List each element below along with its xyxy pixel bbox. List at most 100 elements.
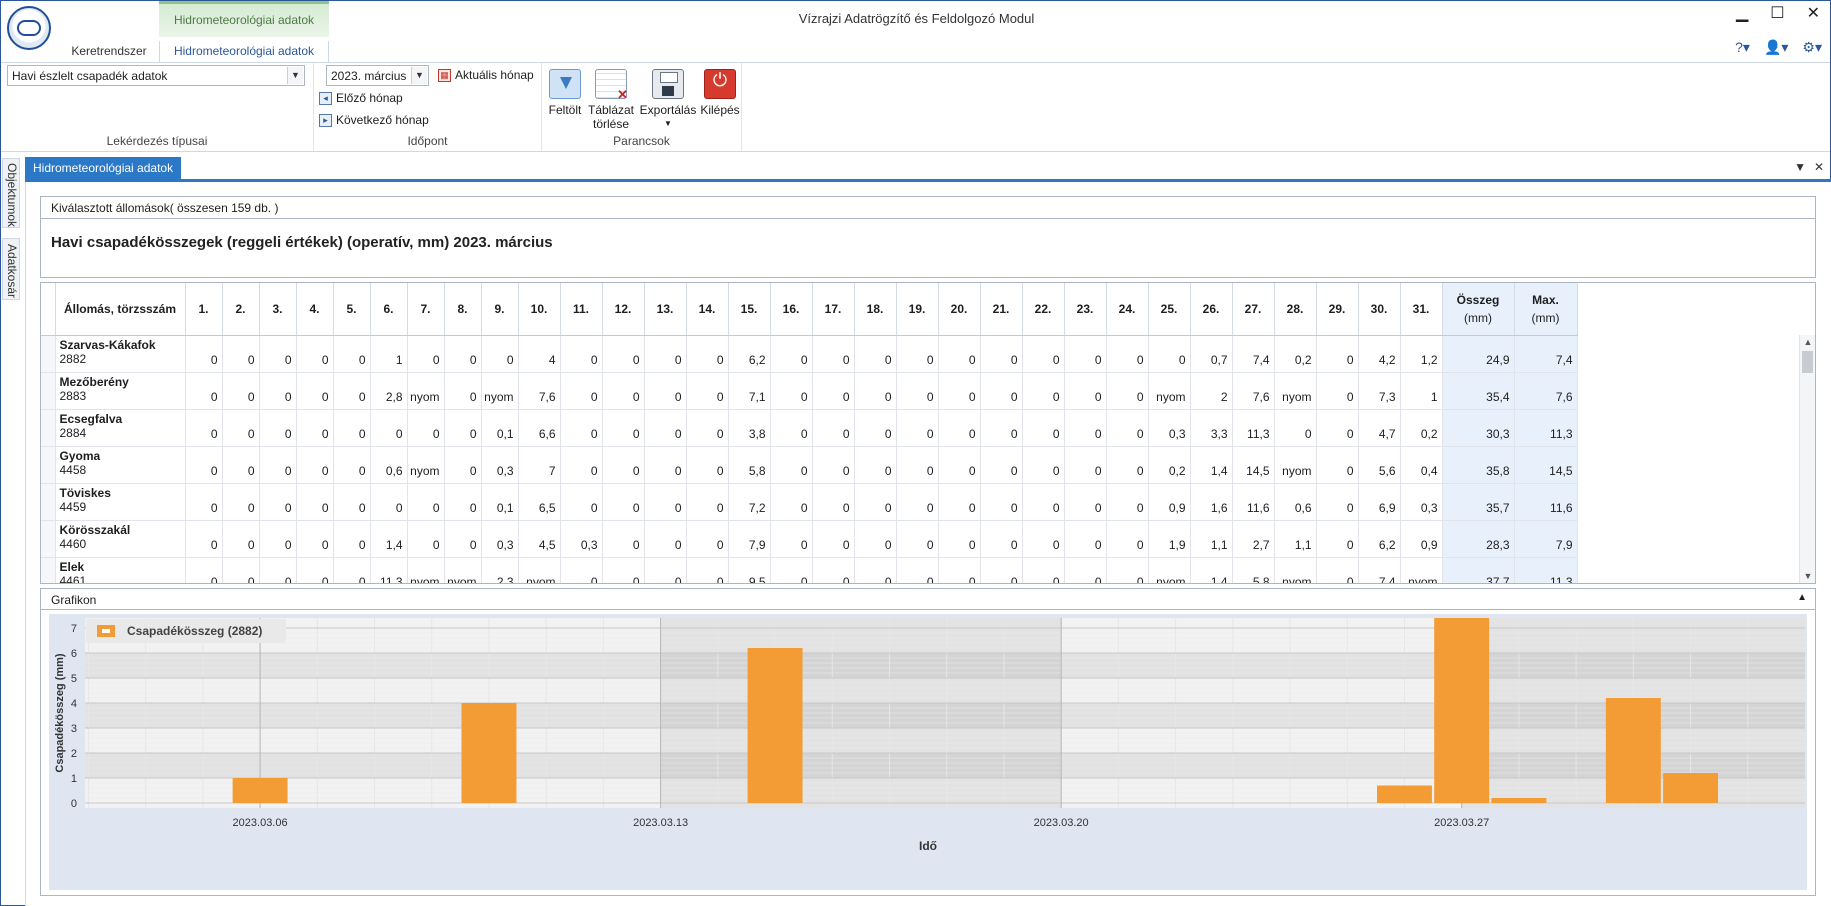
daily-value-cell[interactable]: 0 bbox=[185, 409, 223, 447]
daily-value-cell[interactable]: 0 bbox=[644, 483, 687, 521]
daily-value-cell[interactable]: 0 bbox=[770, 335, 813, 373]
daily-value-cell[interactable]: 1,4 bbox=[1190, 557, 1233, 583]
daily-value-cell[interactable]: 5,8 bbox=[728, 446, 771, 484]
side-tab-adatkosar[interactable]: Adatkosár bbox=[2, 238, 20, 300]
scroll-thumb[interactable] bbox=[1802, 351, 1813, 373]
daily-value-cell[interactable]: 0 bbox=[1148, 335, 1191, 373]
daily-value-cell[interactable]: 0 bbox=[407, 520, 445, 558]
daily-value-cell[interactable]: 0 bbox=[644, 372, 687, 410]
column-header-max[interactable]: Max. (mm) bbox=[1514, 283, 1578, 336]
daily-value-cell[interactable]: 0,6 bbox=[1274, 483, 1317, 521]
daily-value-cell[interactable]: 0 bbox=[407, 335, 445, 373]
daily-value-cell[interactable]: 0 bbox=[1106, 520, 1149, 558]
minimize-icon[interactable]: ▁ bbox=[1736, 3, 1748, 23]
daily-value-cell[interactable]: 0 bbox=[407, 483, 445, 521]
daily-value-cell[interactable]: nyom bbox=[481, 372, 519, 410]
daily-value-cell[interactable]: 0 bbox=[896, 409, 939, 447]
column-header-day[interactable]: 12. bbox=[602, 283, 645, 336]
daily-value-cell[interactable]: 0 bbox=[444, 446, 482, 484]
daily-value-cell[interactable]: 1,4 bbox=[1190, 446, 1233, 484]
column-header-day[interactable]: 13. bbox=[644, 283, 687, 336]
daily-value-cell[interactable]: 0 bbox=[854, 520, 897, 558]
daily-value-cell[interactable]: 0 bbox=[296, 483, 334, 521]
daily-value-cell[interactable]: 0 bbox=[1064, 483, 1107, 521]
daily-value-cell[interactable]: 0 bbox=[980, 446, 1023, 484]
daily-value-cell[interactable]: 1,1 bbox=[1190, 520, 1233, 558]
daily-value-cell[interactable]: 0 bbox=[602, 446, 645, 484]
daily-value-cell[interactable]: 0 bbox=[333, 446, 371, 484]
daily-value-cell[interactable]: 0 bbox=[896, 520, 939, 558]
daily-value-cell[interactable]: 1,1 bbox=[1274, 520, 1317, 558]
daily-value-cell[interactable]: 0,7 bbox=[1190, 335, 1233, 373]
daily-value-cell[interactable]: 0 bbox=[686, 409, 729, 447]
daily-value-cell[interactable]: 0 bbox=[812, 483, 855, 521]
daily-value-cell[interactable]: 0 bbox=[444, 483, 482, 521]
daily-value-cell[interactable]: 1 bbox=[370, 335, 408, 373]
column-header-day[interactable]: 8. bbox=[444, 283, 482, 336]
column-header-day[interactable]: 14. bbox=[686, 283, 729, 336]
daily-value-cell[interactable]: 0 bbox=[1316, 335, 1359, 373]
daily-value-cell[interactable]: 0 bbox=[686, 520, 729, 558]
table-row[interactable]: Szarvas-Kákafok 2882 0 0 0 0 0 1 0 0 0 4 0 0 0 0 6,2 0 0 0 0… bbox=[41, 335, 1578, 373]
daily-value-cell[interactable]: 0 bbox=[602, 335, 645, 373]
daily-value-cell[interactable]: 0 bbox=[980, 520, 1023, 558]
daily-value-cell[interactable]: 0 bbox=[644, 335, 687, 373]
daily-value-cell[interactable]: 0 bbox=[185, 335, 223, 373]
tab-menu-icon[interactable]: ▼ bbox=[1794, 160, 1806, 174]
daily-value-cell[interactable]: 0 bbox=[560, 446, 603, 484]
daily-value-cell[interactable]: 0 bbox=[812, 372, 855, 410]
daily-value-cell[interactable]: 0 bbox=[444, 335, 482, 373]
daily-value-cell[interactable]: 2 bbox=[1190, 372, 1233, 410]
daily-value-cell[interactable]: 0 bbox=[602, 409, 645, 447]
daily-value-cell[interactable]: 5,6 bbox=[1358, 446, 1401, 484]
daily-value-cell[interactable]: 0,3 bbox=[481, 520, 519, 558]
daily-value-cell[interactable]: nyom bbox=[1274, 372, 1317, 410]
daily-value-cell[interactable]: 0 bbox=[296, 520, 334, 558]
column-header-sum[interactable]: Összeg (mm) bbox=[1442, 283, 1515, 336]
exit-button[interactable]: Kilépés bbox=[698, 69, 742, 117]
daily-value-cell[interactable]: 2,8 bbox=[370, 372, 408, 410]
daily-value-cell[interactable]: 0 bbox=[370, 409, 408, 447]
daily-value-cell[interactable]: 4,7 bbox=[1358, 409, 1401, 447]
daily-value-cell[interactable]: 0,6 bbox=[370, 446, 408, 484]
column-header-day[interactable]: 25. bbox=[1148, 283, 1191, 336]
daily-value-cell[interactable]: 7,4 bbox=[1358, 557, 1401, 583]
export-button[interactable]: Exportálás ▼ bbox=[636, 69, 700, 131]
daily-value-cell[interactable]: 0 bbox=[222, 372, 260, 410]
column-header-day[interactable]: 21. bbox=[980, 283, 1023, 336]
daily-value-cell[interactable]: 0,2 bbox=[1274, 335, 1317, 373]
daily-value-cell[interactable]: nyom bbox=[1274, 446, 1317, 484]
daily-value-cell[interactable]: 0 bbox=[222, 483, 260, 521]
row-selector[interactable] bbox=[41, 520, 56, 558]
daily-value-cell[interactable]: 0,1 bbox=[481, 483, 519, 521]
daily-value-cell[interactable]: 0 bbox=[812, 409, 855, 447]
daily-value-cell[interactable]: 0 bbox=[686, 557, 729, 583]
daily-value-cell[interactable]: 0 bbox=[812, 446, 855, 484]
column-header-day[interactable]: 17. bbox=[812, 283, 855, 336]
daily-value-cell[interactable]: 0 bbox=[938, 335, 981, 373]
daily-value-cell[interactable]: 0 bbox=[1022, 483, 1065, 521]
daily-value-cell[interactable]: 0 bbox=[938, 483, 981, 521]
daily-value-cell[interactable]: 0 bbox=[1022, 335, 1065, 373]
daily-value-cell[interactable]: 0 bbox=[1022, 409, 1065, 447]
column-header-day[interactable]: 15. bbox=[728, 283, 771, 336]
daily-value-cell[interactable]: 0 bbox=[444, 409, 482, 447]
chevron-up-icon[interactable]: ▲ bbox=[1797, 592, 1807, 603]
column-header-day[interactable]: 30. bbox=[1358, 283, 1401, 336]
daily-value-cell[interactable]: 1,6 bbox=[1190, 483, 1233, 521]
month-select[interactable]: 2023. március ▼ bbox=[326, 65, 429, 86]
table-row[interactable]: Mezőberény 2883 0 0 0 0 0 2,8 nyom 0 nyom 7,6 0 0 0 0 7,… bbox=[41, 372, 1578, 410]
daily-value-cell[interactable]: 0 bbox=[1316, 446, 1359, 484]
daily-value-cell[interactable]: nyom bbox=[1148, 372, 1191, 410]
daily-value-cell[interactable]: 5,8 bbox=[1232, 557, 1275, 583]
daily-value-cell[interactable]: 0,3 bbox=[1400, 483, 1443, 521]
daily-value-cell[interactable]: 0,9 bbox=[1400, 520, 1443, 558]
daily-value-cell[interactable]: 0 bbox=[222, 335, 260, 373]
chart-panel-header[interactable]: Grafikon ▲ bbox=[40, 588, 1816, 610]
daily-value-cell[interactable]: 0 bbox=[185, 483, 223, 521]
close-icon[interactable]: ✕ bbox=[1814, 160, 1824, 174]
daily-value-cell[interactable]: 1,4 bbox=[370, 520, 408, 558]
daily-value-cell[interactable]: 0,4 bbox=[1400, 446, 1443, 484]
row-selector[interactable] bbox=[41, 409, 56, 447]
daily-value-cell[interactable]: 7,3 bbox=[1358, 372, 1401, 410]
